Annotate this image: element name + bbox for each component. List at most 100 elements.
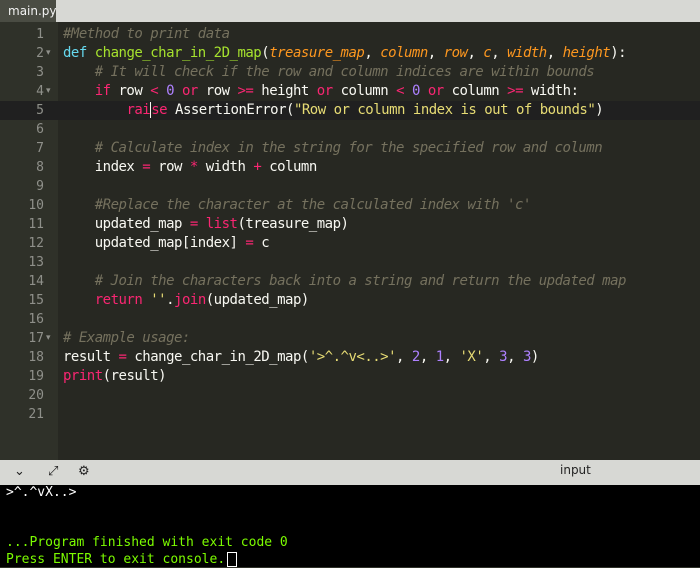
code-token: 0 [166, 83, 175, 99]
code-text: #Replace the character at the calculated… [63, 196, 532, 215]
line-number: 21 [28, 407, 44, 422]
code-token: 3 [499, 349, 508, 365]
tab-main-py[interactable]: main.py [0, 0, 57, 22]
code-token: '' [150, 292, 167, 308]
code-token: change_char_in_2D_map( [126, 349, 309, 365]
code-token: change_char_in_2D_map [94, 45, 262, 61]
code-line[interactable]: 20 [0, 386, 700, 405]
code-text: result = change_char_in_2D_map('>^.^v<..… [63, 348, 539, 367]
code-line[interactable]: 16 [0, 310, 700, 329]
code-line[interactable]: 9 [0, 177, 700, 196]
code-token: ( [261, 45, 270, 61]
code-line[interactable]: 12 updated_map[index] = c [0, 234, 700, 253]
code-token: height [562, 45, 611, 61]
chevron-down-icon[interactable]: ⌄ [14, 464, 25, 479]
gear-icon[interactable]: ⚙ [78, 464, 90, 479]
code-token: >= [237, 83, 254, 99]
code-text: def change_char_in_2D_map(treasure_map, … [63, 44, 627, 63]
code-token: * [189, 159, 198, 175]
code-line[interactable]: 7 # Calculate index in the string for th… [0, 139, 700, 158]
code-token: c [253, 235, 270, 251]
code-token: height [253, 83, 317, 99]
code-line[interactable]: 19 print(result) [0, 367, 700, 386]
line-number: 2 [36, 46, 44, 61]
code-token: # Join the characters back into a string… [94, 273, 627, 289]
code-token: width [507, 45, 547, 61]
code-line[interactable]: 21 [0, 405, 700, 424]
code-token: treasure_map [269, 45, 365, 61]
code-token: 3 [522, 349, 531, 365]
fold-arrow-icon[interactable]: ▾ [46, 82, 51, 101]
line-number: 15 [28, 293, 44, 308]
code-token: row [443, 45, 468, 61]
code-token: < [396, 83, 405, 99]
line-number: 17 [28, 331, 44, 346]
code-token: 1 [435, 349, 444, 365]
code-token: , [419, 349, 436, 365]
code-token: , [491, 45, 508, 61]
expand-icon[interactable]: ⤢ [48, 464, 58, 479]
code-token: (result) [102, 368, 167, 384]
console-output[interactable]: >^.^vX..> ...Program finished with exit … [0, 485, 700, 567]
line-number: 8 [36, 160, 44, 175]
code-line[interactable]: 1 #Method to print data [0, 25, 700, 44]
line-number: 11 [28, 217, 44, 232]
line-number: 19 [28, 369, 44, 384]
code-token: < [150, 83, 159, 99]
code-line[interactable]: 2 ▾ def change_char_in_2D_map(treasure_map… [0, 44, 700, 63]
program-output: >^.^vX..> [6, 485, 77, 500]
terminal-cursor [227, 552, 238, 567]
code-token: . [166, 292, 175, 308]
code-line[interactable]: 17 ▾ # Example usage: [0, 329, 700, 348]
line-number: 12 [28, 236, 44, 251]
code-line[interactable]: 8 index = row * width + column [0, 158, 700, 177]
code-text: #Method to print data [63, 25, 230, 44]
code-token: row [197, 83, 238, 99]
code-line[interactable]: 14 # Join the characters back into a str… [0, 272, 700, 291]
tab-bar: main.py [0, 0, 700, 22]
code-token: width [197, 159, 254, 175]
code-token: or [427, 83, 444, 99]
code-line[interactable]: 5 raise AssertionError("Row or column in… [0, 101, 700, 120]
line-number: 14 [28, 274, 44, 289]
code-text: updated_map = list(treasure_map) [63, 215, 349, 234]
code-line[interactable]: 11 updated_map = list(treasure_map) [0, 215, 700, 234]
code-token: = [189, 216, 198, 232]
code-token: # Example usage: [63, 330, 190, 346]
code-token: join [174, 292, 206, 308]
code-token: ) [595, 102, 604, 118]
code-token: 'X' [459, 349, 484, 365]
code-token: return [94, 292, 143, 308]
code-editor[interactable]: 1 #Method to print data 2 ▾ def change_char_… [0, 22, 700, 460]
code-line[interactable]: 6 [0, 120, 700, 139]
code-token: #Method to print data [63, 26, 230, 42]
code-text: # Calculate index in the string for the … [63, 139, 603, 158]
code-line[interactable]: 10 #Replace the character at the calcula… [0, 196, 700, 215]
code-token: updated_map [63, 216, 190, 232]
code-line[interactable]: 18 result = change_char_in_2D_map('>^.^v<… [0, 348, 700, 367]
code-token: rai [126, 102, 151, 118]
code-line[interactable]: 13 [0, 253, 700, 272]
code-token: , [396, 349, 412, 365]
fold-arrow-icon[interactable]: ▾ [46, 329, 51, 348]
code-line[interactable]: 3 # It will check if the row and column … [0, 63, 700, 82]
fold-arrow-icon[interactable]: ▾ [46, 44, 51, 63]
input-tab-label[interactable]: input [560, 463, 591, 477]
code-token: , [546, 45, 563, 61]
code-line[interactable]: 15 return ''.join(updated_map) [0, 291, 700, 310]
code-line[interactable]: 4 ▾ if row < 0 or row >= height or column… [0, 82, 700, 101]
code-token: row [110, 83, 151, 99]
line-number: 5 [36, 103, 44, 118]
code-token: index [63, 159, 143, 175]
line-number: 9 [36, 179, 44, 194]
code-token: updated_map[index] [63, 235, 246, 251]
code-token: , [364, 45, 381, 61]
code-text: raise AssertionError("Row or column inde… [63, 101, 604, 120]
